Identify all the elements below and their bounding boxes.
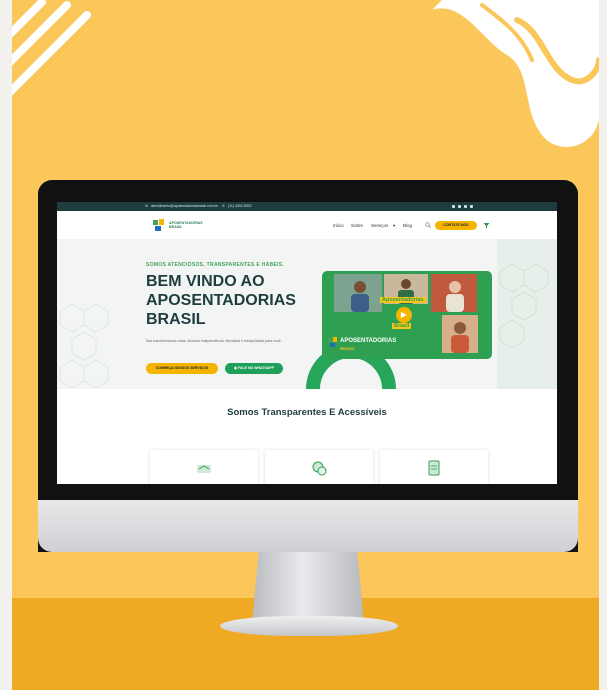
wave-decoration [432,0,599,147]
video-person-1 [334,274,382,312]
website-screen: ✉ atendimento@aposentadoriasbrasil.com.b… [57,202,557,484]
coins-icon [312,461,327,476]
feature-card-2[interactable] [265,450,373,484]
monitor-stand [252,552,364,624]
brand-logo-icon[interactable] [152,218,166,232]
facebook-icon[interactable] [452,205,455,208]
stripes-decoration [12,0,91,96]
hero-title-line-2: APOSENTADORIAS [146,292,296,309]
monitor-chin [38,500,578,552]
hero-section: SOMOS ATENCIOSOS, TRANSPARENTES E HÁBEIS… [57,239,557,389]
video-overlay-line-2: Brasil [392,323,412,329]
person-icon [431,274,477,312]
video-brand-label: APOSENTADORIAS [340,338,397,344]
search-icon[interactable] [425,222,431,228]
whatsapp-button-label: FALE NO WHATSAPP [238,366,274,370]
video-logo-icon [328,337,337,347]
contact-button[interactable]: CONTATE-NOS [435,221,477,230]
hands-icon [197,465,211,473]
nav-item-sobre[interactable]: Sobre [351,223,363,228]
feature-card-1[interactable] [150,450,258,484]
video-brand-sub: BRASIL [340,346,355,351]
brand-line-2: BRASIL [169,225,183,229]
hero-tagline: SOMOS ATENCIOSOS, TRANSPARENTES E HÁBEIS… [146,262,285,268]
monitor-base [220,616,398,636]
whatsapp-button[interactable]: ◉ FALE NO WHATSAPP [225,363,283,374]
hex-pattern-right [497,239,557,389]
promo-scene: ✉ atendimento@aposentadoriasbrasil.com.b… [12,0,599,690]
section-title: Somos Transparentes E Acessíveis [227,407,387,418]
main-navbar: APOSENTADORIAS BRASIL Início Sobre Servi… [57,211,557,240]
video-person-3 [431,274,477,312]
document-icon [428,460,440,476]
phone-icon: ✆ [222,204,225,208]
chevron-down-icon: ▾ [393,223,396,228]
instagram-icon[interactable] [458,205,461,208]
video-person-4 [442,315,478,353]
nav-item-inicio[interactable]: Início [333,223,344,228]
play-icon[interactable]: ▶ [396,307,412,323]
hero-title-line-1: BEM VINDO AO [146,273,265,290]
hero-title-line-3: BRASIL [146,311,206,328]
hero-video-collage[interactable]: Aposentadorias Brasil ▶ APOSENTADORIAS B… [322,271,492,359]
top-info-bar: ✉ atendimento@aposentadoriasbrasil.com.b… [57,202,557,211]
hex-pattern-left [59,303,109,389]
hero-description: Nós transformamos vidas, levando indepen… [146,339,282,343]
linkedin-icon[interactable] [464,205,467,208]
nav-item-blog[interactable]: Blog [403,223,412,228]
filter-icon[interactable] [483,222,490,229]
person-icon [442,315,478,353]
person-icon [334,274,382,312]
video-overlay-line-1: Aposentadorias [380,297,426,303]
nav-item-servicos[interactable]: Serviços [371,223,388,228]
topbar-email[interactable]: atendimento@aposentadoriasbrasil.com.br [151,202,218,211]
email-icon: ✉ [145,204,148,208]
topbar-phone[interactable]: (11) 4002-8922 [228,202,252,211]
youtube-icon[interactable] [470,205,473,208]
brand-name[interactable]: APOSENTADORIAS BRASIL [169,221,203,229]
services-button[interactable]: CONHEÇA NOSSOS SERVIÇOS [146,363,218,374]
feature-card-3[interactable] [380,450,488,484]
